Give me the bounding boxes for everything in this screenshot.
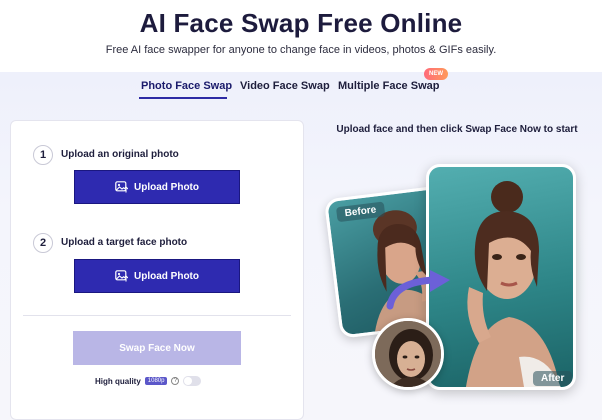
tab-photo-face-swap[interactable]: Photo Face Swap — [141, 80, 232, 92]
swap-arrow-icon — [386, 270, 450, 310]
resolution-badge: 1080p — [144, 377, 168, 385]
divider — [23, 315, 291, 316]
swap-face-now-button[interactable]: Swap Face Now — [73, 331, 241, 365]
upload-target-face-button[interactable]: Upload Photo — [74, 259, 240, 293]
upload-panel: 1 Upload an original photo Upload Photo … — [10, 120, 304, 420]
tab-multiple-face-swap[interactable]: Multiple Face Swap — [338, 80, 439, 92]
upload-target-face-label: Upload Photo — [134, 270, 199, 282]
upload-original-photo-label: Upload Photo — [134, 181, 199, 193]
high-quality-label: High quality — [95, 376, 141, 386]
active-tab-indicator — [139, 97, 227, 99]
page-title: AI Face Swap Free Online — [139, 8, 463, 38]
high-quality-toggle[interactable] — [183, 376, 202, 386]
step-2-number: 2 — [33, 233, 53, 253]
tab-video-face-swap[interactable]: Video Face Swap — [240, 80, 330, 92]
upload-original-photo-button[interactable]: Upload Photo — [74, 170, 240, 204]
after-label: After — [533, 371, 573, 386]
image-upload-icon — [115, 270, 128, 282]
tab-bar: Photo Face Swap Video Face Swap Multiple… — [0, 76, 602, 100]
step-1-number: 1 — [33, 145, 53, 165]
image-upload-icon — [115, 181, 128, 193]
toggle-knob — [184, 377, 193, 385]
step-1-label: Upload an original photo — [61, 149, 179, 160]
high-quality-row: High quality 1080p ? — [95, 374, 202, 388]
new-badge: NEW — [424, 68, 448, 80]
target-face-thumbnail — [372, 318, 444, 390]
help-icon[interactable]: ? — [171, 377, 180, 385]
step-2-label: Upload a target face photo — [61, 237, 188, 248]
page-subtitle: Free AI face swapper for anyone to chang… — [105, 44, 497, 56]
preview-heading: Upload face and then click Swap Face Now… — [336, 124, 578, 135]
